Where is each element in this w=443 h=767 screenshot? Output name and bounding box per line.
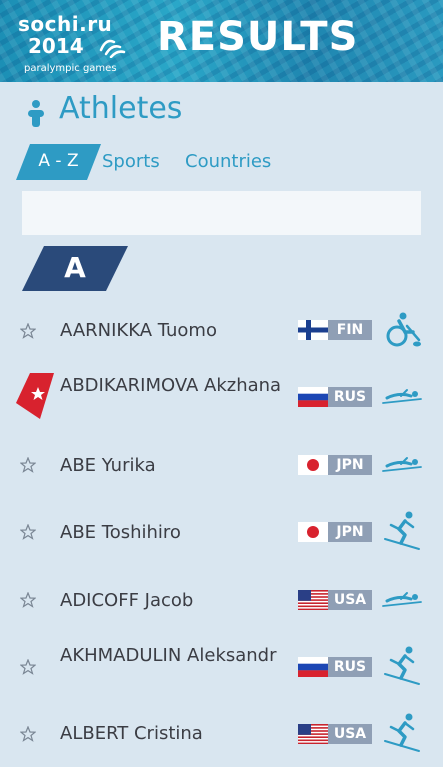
- biathlon-icon: [382, 592, 422, 607]
- app-header: sochi.ru 2014 paralympic games RESULTS: [0, 0, 443, 82]
- filter-tabs: A - Z Sports Countries: [16, 144, 436, 180]
- athlete-name: AARNIKKA Tuomo: [60, 320, 217, 341]
- athlete-row[interactable]: ADICOFF Jacob USA: [0, 567, 443, 633]
- usa-flag: [298, 724, 328, 744]
- wheelchair-curling-icon: [386, 312, 421, 347]
- athlete-name: AKHMADULIN Aleksandr: [60, 645, 277, 666]
- japan-flag: [298, 522, 328, 542]
- athlete-row[interactable]: AKHMADULIN Aleksandr RUS: [0, 634, 443, 700]
- russia-flag: [298, 657, 328, 677]
- country-code: USA: [328, 590, 372, 610]
- usa-flag: [298, 590, 328, 610]
- logo-line1: sochi.ru: [18, 12, 113, 36]
- search-input[interactable]: [22, 191, 421, 235]
- country-code: RUS: [328, 657, 372, 677]
- tab-a-z-label: A - Z: [38, 151, 79, 171]
- athlete-row[interactable]: AARNIKKA Tuomo FIN: [0, 298, 443, 364]
- sochi-logo: sochi.ru 2014 paralympic games: [18, 12, 140, 78]
- section-letter: A: [64, 251, 86, 284]
- finland-flag: [298, 320, 328, 340]
- star-icon[interactable]: [20, 659, 36, 675]
- section-letter-header: A: [22, 246, 128, 291]
- star-icon[interactable]: [20, 457, 36, 473]
- star-icon[interactable]: [20, 726, 36, 742]
- athlete-name: ADICOFF Jacob: [60, 590, 194, 611]
- star-icon[interactable]: [20, 524, 36, 540]
- logo-line3: paralympic games: [24, 63, 117, 74]
- athlete-row[interactable]: ABE Toshihiro JPN: [0, 499, 443, 565]
- alpine-skiing-icon: [384, 646, 420, 685]
- athlete-name: ALBERT Cristina: [60, 723, 203, 744]
- biathlon-icon: [382, 457, 422, 472]
- tab-a-z[interactable]: A - Z: [16, 144, 101, 180]
- logo-line2: 2014: [28, 34, 84, 58]
- header-title: RESULTS: [157, 14, 359, 60]
- alpine-skiing-icon: [384, 511, 420, 550]
- athlete-row[interactable]: ABDIKARIMOVA Akzhana RUS: [0, 364, 443, 430]
- biathlon-icon: [382, 389, 422, 404]
- country-code: USA: [328, 724, 372, 744]
- alpine-skiing-icon: [384, 713, 420, 752]
- athlete-row[interactable]: ABE Yurika JPN: [0, 432, 443, 498]
- russia-flag: [298, 387, 328, 407]
- japan-flag: [298, 455, 328, 475]
- country-code: JPN: [328, 522, 372, 542]
- country-code: RUS: [328, 387, 372, 407]
- person-icon: [28, 100, 44, 127]
- athlete-name: ABDIKARIMOVA Akzhana: [60, 375, 282, 396]
- page-title: Athletes: [59, 91, 183, 126]
- agitos-icon: [99, 39, 126, 58]
- athlete-name: ABE Yurika: [60, 455, 156, 476]
- country-code: JPN: [328, 455, 372, 475]
- tab-sports[interactable]: Sports: [102, 151, 160, 172]
- country-code: FIN: [328, 320, 372, 340]
- athlete-row[interactable]: ALBERT Cristina USA: [0, 701, 443, 767]
- tab-countries[interactable]: Countries: [185, 151, 271, 172]
- star-icon[interactable]: [20, 323, 36, 339]
- favorite-ribbon-icon[interactable]: [16, 373, 54, 419]
- star-icon[interactable]: [20, 592, 36, 608]
- athlete-name: ABE Toshihiro: [60, 522, 181, 543]
